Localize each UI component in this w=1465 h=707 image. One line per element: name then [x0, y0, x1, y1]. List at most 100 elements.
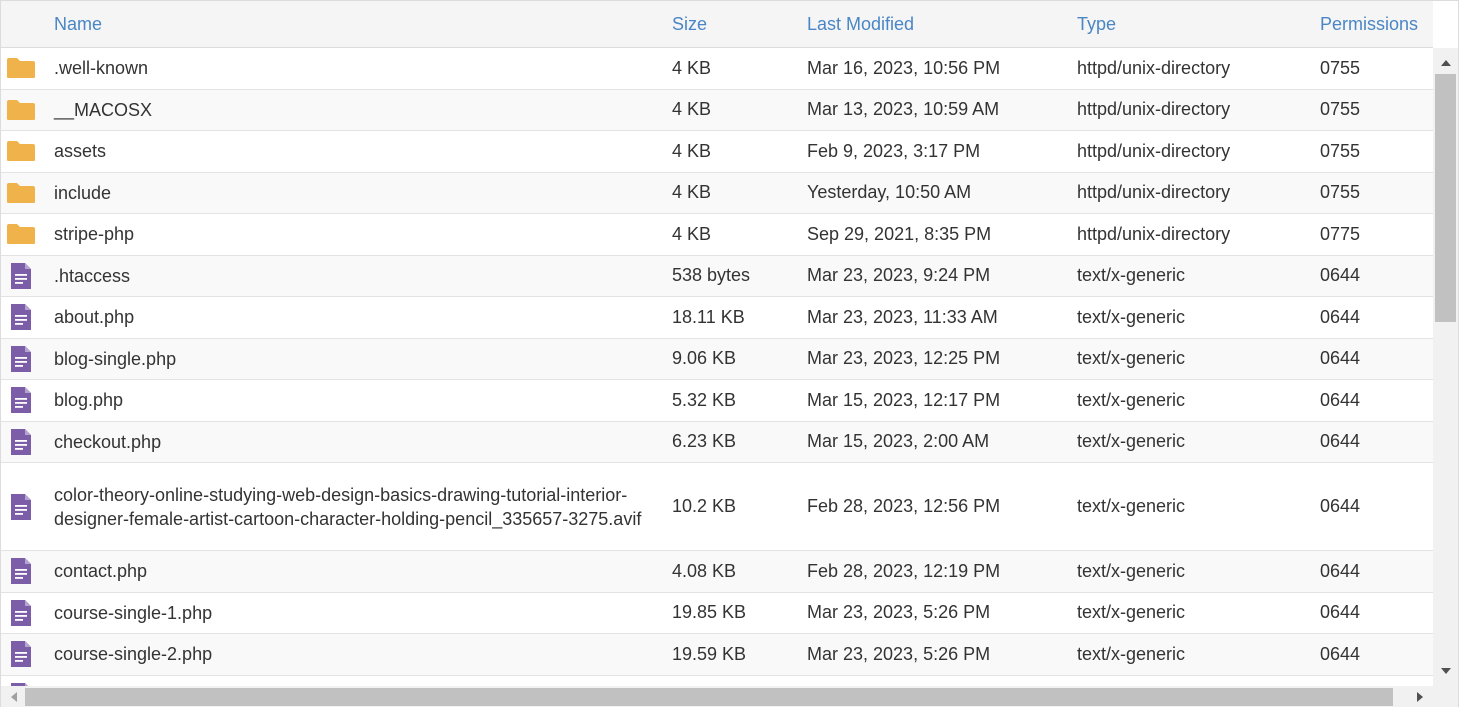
table-row[interactable]: checkout.php 6.23 KB Mar 15, 2023, 2:00 AM… — [1, 421, 1433, 463]
scrollbar-corner — [1433, 686, 1458, 707]
table-row[interactable]: contact.php 4.08 KB Feb 28, 2023, 12:19 PM… — [1, 551, 1433, 593]
file-last-modified: Mar 23, 2023, 11:33 AM — [807, 306, 998, 327]
folder-icon — [5, 48, 37, 89]
folder-icon — [5, 173, 37, 214]
file-last-modified: Feb 28, 2023, 12:19 PM — [807, 560, 1001, 581]
column-header-type[interactable]: Type — [1077, 1, 1116, 47]
file-name[interactable]: .htaccess — [54, 256, 664, 297]
column-header-last-modified[interactable]: Last Modified — [807, 1, 914, 47]
file-icon — [5, 463, 37, 550]
file-name[interactable]: assets — [54, 131, 664, 172]
column-header-permissions[interactable]: Permissions — [1320, 1, 1418, 47]
table-row[interactable]: color-theory-online-studying-web-design-… — [1, 463, 1433, 551]
table-row[interactable]: assets 4 KB Feb 9, 2023, 3:17 PM httpd/unix… — [1, 131, 1433, 173]
file-size: 9.06 KB — [672, 348, 737, 369]
file-permissions: 0644 — [1320, 560, 1361, 581]
file-name[interactable] — [54, 676, 664, 687]
table-row[interactable]: .well-known 4 KB Mar 16, 2023, 10:56 PM htt… — [1, 48, 1433, 90]
file-size: 19.59 KB — [672, 643, 747, 664]
file-type: httpd/unix-directory — [1077, 140, 1231, 161]
file-type: httpd/unix-directory — [1077, 182, 1231, 203]
file-size: 4 KB — [672, 140, 712, 161]
file-size: 4 KB — [672, 182, 712, 203]
file-icon — [5, 634, 37, 675]
file-size: 10.2 KB — [672, 496, 737, 516]
file-type: httpd/unix-directory — [1077, 57, 1231, 78]
vertical-scroll-thumb[interactable] — [1435, 74, 1456, 322]
file-last-modified: Mar 13, 2023, 10:59 AM — [807, 99, 1000, 120]
file-last-modified: Feb 28, 2023, 12:56 PM — [807, 496, 1001, 516]
file-last-modified: Mar 15, 2023, 2:00 AM — [807, 431, 990, 452]
file-permissions: 0644 — [1320, 602, 1361, 623]
file-permissions: 0755 — [1320, 99, 1361, 120]
table-row[interactable]: blog-single.php 9.06 KB Mar 23, 2023, 12:2… — [1, 338, 1433, 380]
scroll-right-arrow-icon[interactable] — [1409, 686, 1431, 707]
file-last-modified: Mar 23, 2023, 5:26 PM — [807, 602, 991, 623]
file-name[interactable]: checkout.php — [54, 422, 664, 463]
file-last-modified: Mar 23, 2023, 12:25 PM — [807, 348, 1001, 369]
file-name[interactable]: about.php — [54, 297, 664, 338]
file-name[interactable]: color-theory-online-studying-web-design-… — [54, 463, 664, 550]
file-permissions: 0644 — [1320, 431, 1361, 452]
table-row[interactable]: .htaccess 538 bytes Mar 23, 2023, 9:24 PM t… — [1, 255, 1433, 297]
file-type: text/x-generic — [1077, 643, 1186, 664]
file-size: 538 bytes — [672, 265, 751, 286]
file-size: 5.32 KB — [672, 389, 737, 410]
file-name[interactable]: blog.php — [54, 380, 664, 421]
file-icon — [5, 380, 37, 421]
table-row[interactable]: stripe-php 4 KB Sep 29, 2021, 8:35 PM httpd… — [1, 214, 1433, 256]
file-name[interactable]: blog-single.php — [54, 339, 664, 380]
file-size: 4 KB — [672, 99, 712, 120]
file-permissions: 0644 — [1320, 389, 1361, 410]
file-name[interactable]: contact.php — [54, 551, 664, 592]
table-row[interactable]: course-single-2.php 19.59 KB Mar 23, 2023,… — [1, 634, 1433, 676]
file-permissions: 0644 — [1320, 306, 1361, 327]
file-last-modified: Feb 9, 2023, 3:17 PM — [807, 140, 981, 161]
table-header: Name Size Last Modified Type Permissions — [1, 1, 1433, 48]
file-manager: Name Size Last Modified Type Permissions… — [0, 0, 1459, 707]
file-type: text/x-generic — [1077, 306, 1186, 327]
table-row[interactable]: about.php 18.11 KB Mar 23, 2023, 11:33 AM t… — [1, 297, 1433, 339]
scroll-down-arrow-icon[interactable] — [1433, 660, 1458, 682]
file-type: text/x-generic — [1077, 348, 1186, 369]
column-header-size[interactable]: Size — [672, 1, 707, 47]
horizontal-scroll-thumb[interactable] — [25, 688, 1393, 706]
file-last-modified: Mar 23, 2023, 9:24 PM — [807, 265, 991, 286]
file-name[interactable]: course-single-2.php — [54, 634, 664, 675]
file-last-modified: Yesterday, 10:50 AM — [807, 182, 972, 203]
file-icon — [5, 297, 37, 338]
table-row[interactable]: course-single-1.php 19.85 KB Mar 23, 2023,… — [1, 592, 1433, 634]
table-row[interactable] — [1, 675, 1433, 687]
scroll-up-arrow-icon[interactable] — [1433, 52, 1458, 74]
file-size: 4 KB — [672, 223, 712, 244]
folder-icon — [5, 214, 37, 255]
file-type: httpd/unix-directory — [1077, 223, 1231, 244]
file-type: text/x-generic — [1077, 431, 1186, 452]
file-name[interactable]: include — [54, 173, 664, 214]
folder-icon — [5, 90, 37, 131]
file-last-modified: Sep 29, 2021, 8:35 PM — [807, 223, 992, 244]
table-row[interactable]: __MACOSX 4 KB Mar 13, 2023, 10:59 AM httpd/… — [1, 89, 1433, 131]
file-icon — [5, 551, 37, 592]
file-name[interactable]: __MACOSX — [54, 90, 664, 131]
file-size: 4 KB — [672, 57, 712, 78]
file-permissions: 0644 — [1320, 348, 1361, 369]
file-permissions: 0644 — [1320, 265, 1361, 286]
horizontal-scrollbar[interactable] — [1, 686, 1433, 707]
column-header-name[interactable]: Name — [54, 1, 102, 47]
file-name[interactable]: stripe-php — [54, 214, 664, 255]
vertical-scrollbar[interactable] — [1433, 48, 1458, 686]
file-permissions: 0755 — [1320, 182, 1361, 203]
table-row[interactable]: blog.php 5.32 KB Mar 15, 2023, 12:17 PM tex… — [1, 380, 1433, 422]
table-row[interactable]: include 4 KB Yesterday, 10:50 AM httpd/unix… — [1, 172, 1433, 214]
file-permissions: 0644 — [1320, 496, 1361, 516]
folder-icon — [5, 131, 37, 172]
file-permissions: 0755 — [1320, 57, 1361, 78]
file-name[interactable]: .well-known — [54, 48, 664, 89]
file-type: text/x-generic — [1077, 602, 1186, 623]
file-icon — [5, 256, 37, 297]
file-permissions: 0775 — [1320, 223, 1361, 244]
file-name[interactable]: course-single-1.php — [54, 593, 664, 634]
file-size: 4.08 KB — [672, 560, 737, 581]
scroll-left-arrow-icon[interactable] — [3, 686, 25, 707]
